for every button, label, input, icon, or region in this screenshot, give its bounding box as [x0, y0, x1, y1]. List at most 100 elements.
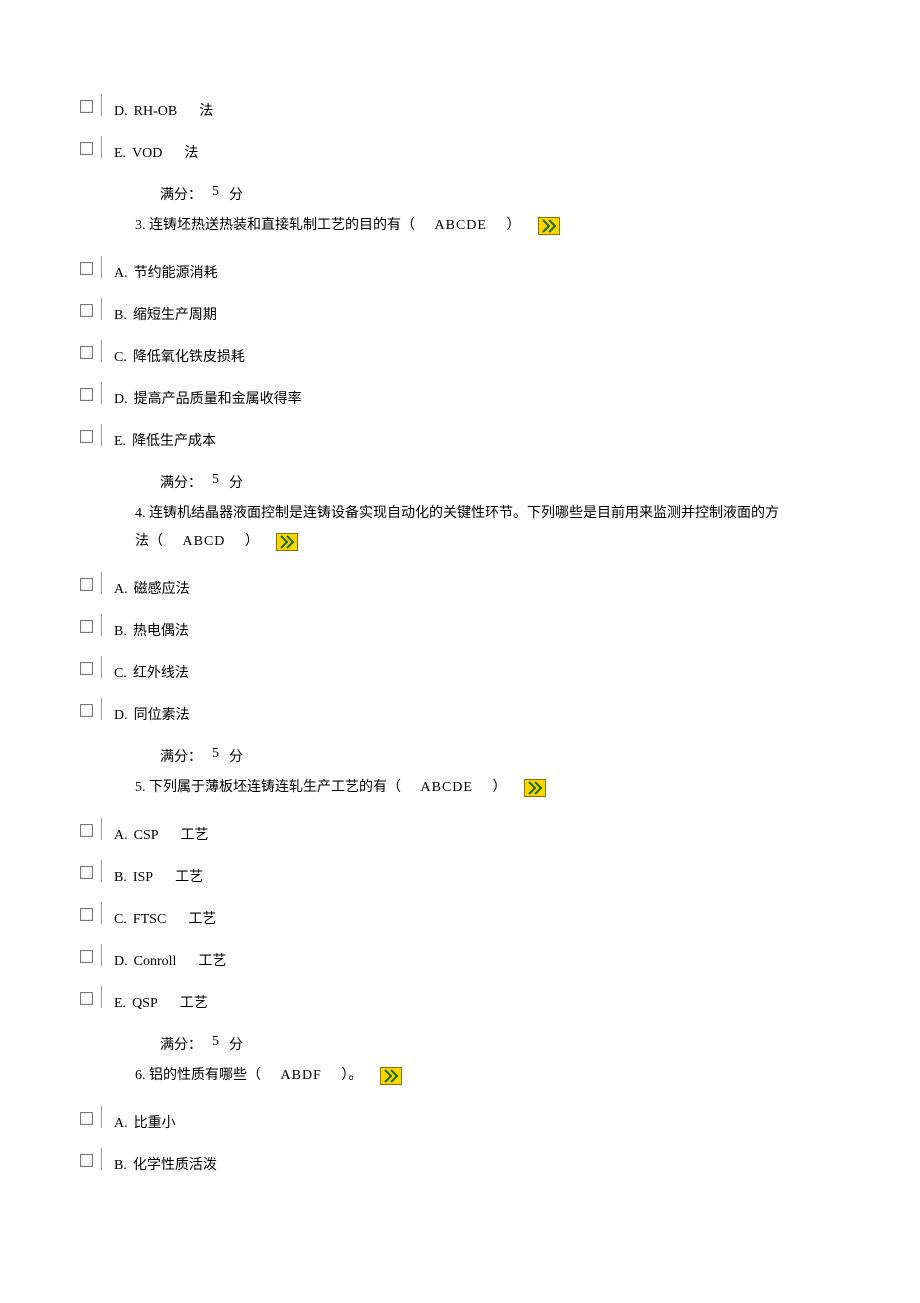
tick-accent	[92, 424, 102, 446]
option-row: C. 降低氧化铁皮损耗	[80, 346, 840, 366]
checkbox-wrap[interactable]	[80, 304, 100, 324]
option-text: C. 红外线法	[114, 662, 189, 682]
question-stem: 5. 下列属于薄板坯连铸连轧生产工艺的有（ ABCDE ）	[135, 774, 780, 802]
option-row: A. 比重小	[80, 1112, 840, 1132]
option-main: QSP	[132, 996, 158, 1012]
checkbox-wrap[interactable]	[80, 704, 100, 724]
tick-accent	[92, 136, 102, 158]
tick-accent	[92, 986, 102, 1008]
option-suffix: 工艺	[175, 866, 203, 886]
checkbox-wrap[interactable]	[80, 1154, 100, 1174]
tick-accent	[92, 818, 102, 840]
option-main: 缩短生产周期	[133, 304, 217, 324]
option-row: C. FTSC 工艺	[80, 908, 840, 928]
option-letter: B.	[114, 870, 127, 886]
answer-icon[interactable]	[276, 533, 298, 551]
score-value: 5	[212, 184, 219, 204]
score-value: 5	[212, 472, 219, 492]
option-main: 红外线法	[133, 662, 189, 682]
checkbox-wrap[interactable]	[80, 430, 100, 450]
option-text: A. 比重小	[114, 1112, 176, 1132]
option-letter: E.	[114, 146, 126, 162]
tick-accent	[92, 256, 102, 278]
answer-icon[interactable]	[524, 779, 546, 797]
tick-accent	[92, 698, 102, 720]
question-stem: 6. 铝的性质有哪些（ ABDF ）。	[135, 1062, 780, 1090]
question-number: 6.	[135, 1068, 146, 1083]
checkbox-wrap[interactable]	[80, 992, 100, 1012]
option-suffix: 法	[199, 100, 213, 120]
option-suffix: 工艺	[181, 824, 209, 844]
checkbox-wrap[interactable]	[80, 578, 100, 598]
option-text: D. 同位素法	[114, 704, 190, 724]
option-main: CSP	[134, 828, 159, 844]
option-text: B. 化学性质活泼	[114, 1154, 217, 1174]
option-suffix: 工艺	[188, 908, 216, 928]
tick-accent	[92, 860, 102, 882]
option-letter: A.	[114, 582, 128, 598]
question-answer: ABCD	[183, 534, 226, 549]
score-line: 满分： 5 分	[160, 472, 840, 492]
option-letter: A.	[114, 828, 128, 844]
option-row: A. 节约能源消耗	[80, 262, 840, 282]
score-line: 满分： 5 分	[160, 1034, 840, 1054]
option-row: B. ISP 工艺	[80, 866, 840, 886]
question-options: A. CSP 工艺 B. ISP 工艺 C. FTSC 工艺 D. Conrol…	[80, 824, 840, 1012]
question-options: A. 磁感应法 B. 热电偶法 C. 红外线法 D. 同位素法	[80, 578, 840, 724]
option-main: VOD	[132, 146, 162, 162]
option-row: C. 红外线法	[80, 662, 840, 682]
checkbox-wrap[interactable]	[80, 620, 100, 640]
answer-icon[interactable]	[538, 217, 560, 235]
checkbox-wrap[interactable]	[80, 662, 100, 682]
option-text: D. 提高产品质量和金属收得率	[114, 388, 302, 408]
option-text: D. RH-OB 法	[114, 100, 213, 120]
option-main: 降低生产成本	[132, 430, 216, 450]
score-suffix: 分	[229, 746, 243, 766]
option-suffix: 工艺	[198, 950, 226, 970]
question-number: 5.	[135, 780, 146, 795]
tick-accent	[92, 656, 102, 678]
answer-icon[interactable]	[380, 1067, 402, 1085]
score-line: 满分： 5 分	[160, 746, 840, 766]
option-row: E. VOD 法	[80, 142, 840, 162]
option-letter: A.	[114, 1116, 128, 1132]
score-value: 5	[212, 1034, 219, 1054]
option-main: 提高产品质量和金属收得率	[134, 388, 302, 408]
option-letter: E.	[114, 996, 126, 1012]
question-suffix: ）。	[341, 1068, 362, 1083]
option-row: E. 降低生产成本	[80, 430, 840, 450]
option-letter: C.	[114, 350, 127, 366]
question-number: 3.	[135, 218, 146, 233]
question-suffix: ）	[506, 218, 520, 233]
checkbox-wrap[interactable]	[80, 908, 100, 928]
option-text: B. 缩短生产周期	[114, 304, 217, 324]
option-text: A. 节约能源消耗	[114, 262, 218, 282]
tick-accent	[92, 298, 102, 320]
option-main: ISP	[133, 870, 153, 886]
question-prefix: 下列属于薄板坯连铸连轧生产工艺的有（	[149, 780, 401, 795]
checkbox-wrap[interactable]	[80, 100, 100, 120]
question-stem: 4. 连铸机结晶器液面控制是连铸设备实现自动化的关键性环节。下列哪些是目前用来监…	[135, 500, 780, 556]
score-prefix: 满分：	[160, 746, 202, 766]
option-main: 热电偶法	[133, 620, 189, 640]
tick-accent	[92, 382, 102, 404]
checkbox-wrap[interactable]	[80, 824, 100, 844]
checkbox-wrap[interactable]	[80, 950, 100, 970]
checkbox-wrap[interactable]	[80, 866, 100, 886]
question-prefix: 连铸机结晶器液面控制是连铸设备实现自动化的关键性环节。下列哪些是目前用来监测并控…	[135, 506, 779, 549]
option-letter: C.	[114, 912, 127, 928]
checkbox-wrap[interactable]	[80, 142, 100, 162]
question-answer: ABCDE	[421, 780, 473, 795]
checkbox-wrap[interactable]	[80, 346, 100, 366]
tick-accent	[92, 1148, 102, 1170]
option-letter: D.	[114, 954, 128, 970]
option-main: 同位素法	[134, 704, 190, 724]
checkbox-wrap[interactable]	[80, 262, 100, 282]
checkbox-wrap[interactable]	[80, 1112, 100, 1132]
leading-options-block: D. RH-OB 法 E. VOD 法	[80, 100, 840, 162]
option-text: B. 热电偶法	[114, 620, 189, 640]
score-suffix: 分	[229, 1034, 243, 1054]
checkbox-wrap[interactable]	[80, 388, 100, 408]
option-main: 磁感应法	[134, 578, 190, 598]
question-answer: ABDF	[281, 1068, 322, 1083]
